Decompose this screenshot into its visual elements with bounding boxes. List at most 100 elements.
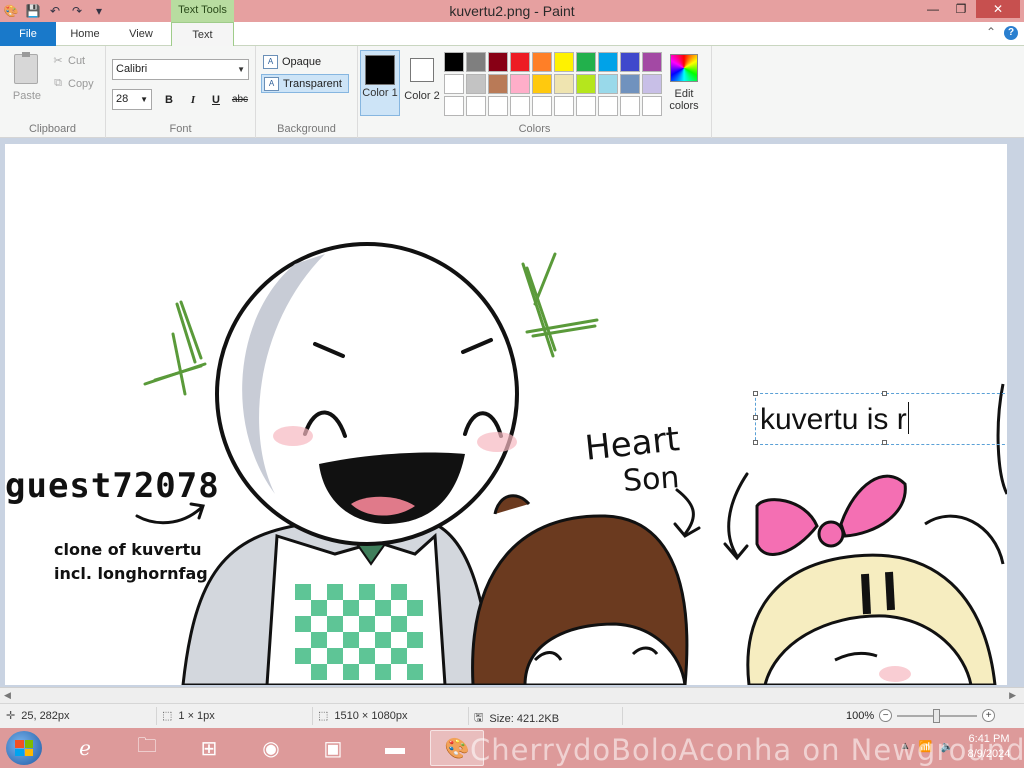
zoom-out-button[interactable]: − [879, 709, 893, 722]
file-size: 🖫 Size: 421.2KB [474, 709, 559, 728]
palette-swatch[interactable] [642, 74, 662, 94]
tab-text[interactable]: Text [171, 22, 234, 47]
start-button[interactable] [6, 731, 42, 765]
color-1-label: Color 1 [362, 87, 398, 99]
zoom-control: 100% − + [846, 708, 996, 723]
palette-swatch[interactable] [510, 96, 530, 116]
guest-label: guest72078 [5, 466, 220, 506]
horizontal-scrollbar[interactable]: ◀ ▶ [0, 687, 1024, 703]
paste-button[interactable]: Paste [8, 52, 46, 104]
palette-swatch[interactable] [620, 96, 640, 116]
colors-group-title: Colors [518, 123, 551, 135]
palette-swatch[interactable] [576, 74, 596, 94]
resize-handle[interactable] [753, 440, 758, 445]
palette-swatch[interactable] [598, 52, 618, 72]
clipboard-group: Paste ✂ Cut ⧉ Copy Clipboard [0, 46, 106, 138]
minimize-ribbon-icon[interactable]: ⌃ [986, 25, 996, 39]
divider [312, 707, 313, 725]
palette-swatch[interactable] [488, 74, 508, 94]
font-family-select[interactable]: Calibri ▼ [112, 59, 249, 80]
taskbar-chrome[interactable]: ◉ [244, 730, 298, 766]
palette-swatch[interactable] [488, 96, 508, 116]
scroll-right-icon[interactable]: ▶ [1009, 690, 1016, 701]
taskbar-window[interactable]: ▣ [306, 730, 360, 766]
zoom-slider-thumb[interactable] [933, 708, 941, 723]
window-controls: — ❐ ✕ [918, 0, 1020, 18]
taskbar-command-prompt[interactable]: ▬ [368, 730, 422, 766]
opaque-button[interactable]: A Opaque [261, 52, 349, 71]
scroll-left-icon[interactable]: ◀ [4, 690, 11, 701]
palette-swatch[interactable] [532, 96, 552, 116]
palette-swatch[interactable] [510, 74, 530, 94]
maximize-button[interactable]: ❐ [948, 0, 974, 18]
resize-handle[interactable] [882, 440, 887, 445]
edit-colors-button[interactable]: Edit colors [664, 52, 704, 112]
italic-button[interactable]: I [184, 91, 202, 109]
bold-button[interactable]: B [160, 91, 178, 109]
paint-icon: 🎨 [444, 737, 470, 760]
divider [622, 707, 623, 725]
palette-swatch[interactable] [620, 52, 640, 72]
taskbar-internet-explorer[interactable]: ℯ [58, 730, 112, 766]
palette-swatch[interactable] [620, 74, 640, 94]
tab-file[interactable]: File [0, 22, 56, 46]
palette-swatch[interactable] [554, 74, 574, 94]
window-icon: ▣ [323, 737, 343, 760]
resize-handle[interactable] [753, 391, 758, 396]
zoom-slider[interactable] [897, 708, 978, 723]
palette-swatch[interactable] [510, 52, 530, 72]
palette-swatch[interactable] [642, 96, 662, 116]
minimize-button[interactable]: — [920, 0, 946, 18]
help-icon[interactable]: ? [1004, 26, 1018, 40]
resize-handle[interactable] [753, 415, 758, 420]
palette-swatch[interactable] [598, 74, 618, 94]
color-1-button[interactable]: Color 1 [360, 50, 400, 116]
windows-logo-icon [15, 740, 33, 756]
font-group-title: Font [169, 123, 192, 135]
palette-swatch[interactable] [642, 52, 662, 72]
palette-swatch[interactable] [488, 52, 508, 72]
paste-label: Paste [12, 90, 42, 102]
palette-swatch[interactable] [466, 96, 486, 116]
underline-button[interactable]: U [207, 91, 225, 109]
palette-swatch[interactable] [444, 52, 464, 72]
color-2-button[interactable]: Color 2 [402, 50, 442, 116]
font-group: Calibri ▼ 28 ▼ B I U abc Font [106, 46, 256, 138]
strikethrough-button[interactable]: abc [229, 91, 251, 109]
transparent-button[interactable]: A Transparent [261, 74, 349, 93]
tab-home[interactable]: Home [58, 22, 112, 46]
clipboard-icon [14, 52, 38, 84]
palette-swatch[interactable] [576, 52, 596, 72]
palette-swatch[interactable] [532, 74, 552, 94]
selection-icon: ⬚ [162, 710, 173, 722]
clipboard-group-title: Clipboard [28, 123, 77, 135]
cut-label: Cut [68, 54, 86, 67]
text-box-content[interactable]: kuvertu is r [760, 402, 909, 437]
canvas-workspace: guest72078 clone of kuvertu incl. longho… [0, 138, 1024, 703]
internet-explorer-icon: ℯ [79, 737, 91, 760]
palette-swatch[interactable] [554, 96, 574, 116]
zoom-in-button[interactable]: + [982, 709, 996, 722]
text-input-box[interactable]: kuvertu is r [753, 391, 1007, 445]
font-size-select[interactable]: 28 ▼ [112, 89, 152, 110]
cut-button[interactable]: ✂ Cut [52, 54, 86, 68]
palette-swatch[interactable] [466, 52, 486, 72]
selection-size-value: 1 × 1px [178, 709, 215, 722]
palette-swatch[interactable] [554, 52, 574, 72]
copy-button[interactable]: ⧉ Copy [52, 77, 94, 90]
taskbar-store[interactable]: ⊞ [182, 730, 236, 766]
palette-swatch[interactable] [444, 96, 464, 116]
close-button[interactable]: ✕ [976, 0, 1020, 18]
clone-note: clone of kuvertu incl. longhornfag [54, 538, 208, 586]
palette-swatch[interactable] [576, 96, 596, 116]
palette-swatch[interactable] [444, 74, 464, 94]
palette-swatch[interactable] [598, 96, 618, 116]
background-group-title: Background [277, 123, 336, 135]
character-round-head [181, 242, 519, 685]
drawing-canvas[interactable]: guest72078 clone of kuvertu incl. longho… [5, 144, 1007, 685]
palette-swatch[interactable] [466, 74, 486, 94]
tab-view[interactable]: View [114, 22, 168, 46]
palette-swatch[interactable] [532, 52, 552, 72]
taskbar-file-explorer[interactable]: 🗀 [120, 730, 174, 766]
resize-handle[interactable] [882, 391, 887, 396]
